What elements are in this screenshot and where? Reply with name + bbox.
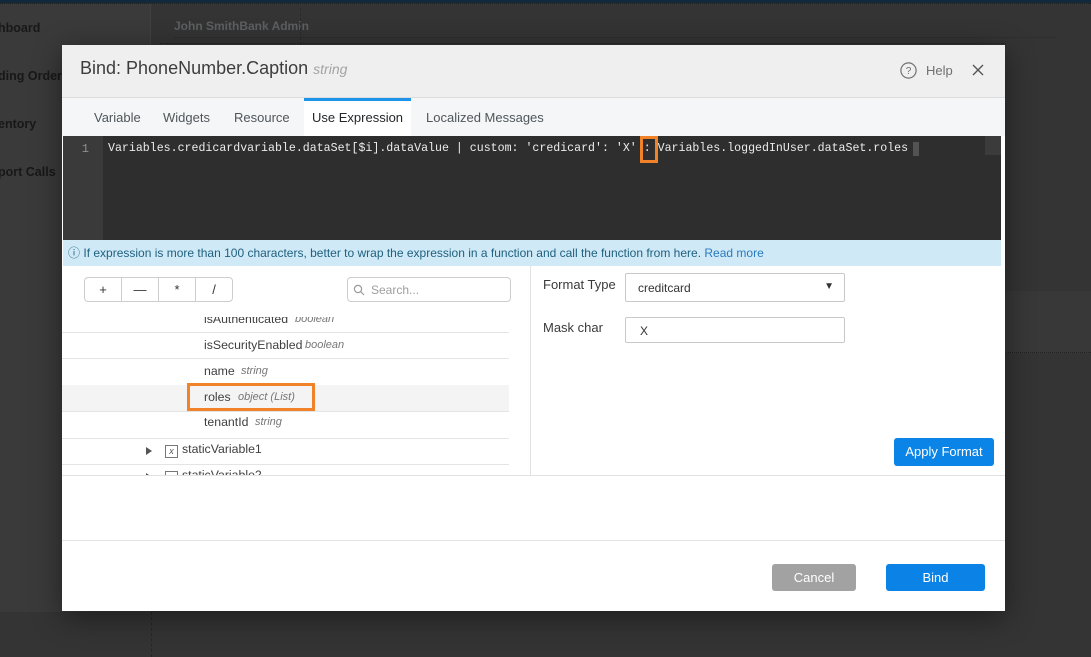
svg-text:?: ? (906, 66, 912, 77)
